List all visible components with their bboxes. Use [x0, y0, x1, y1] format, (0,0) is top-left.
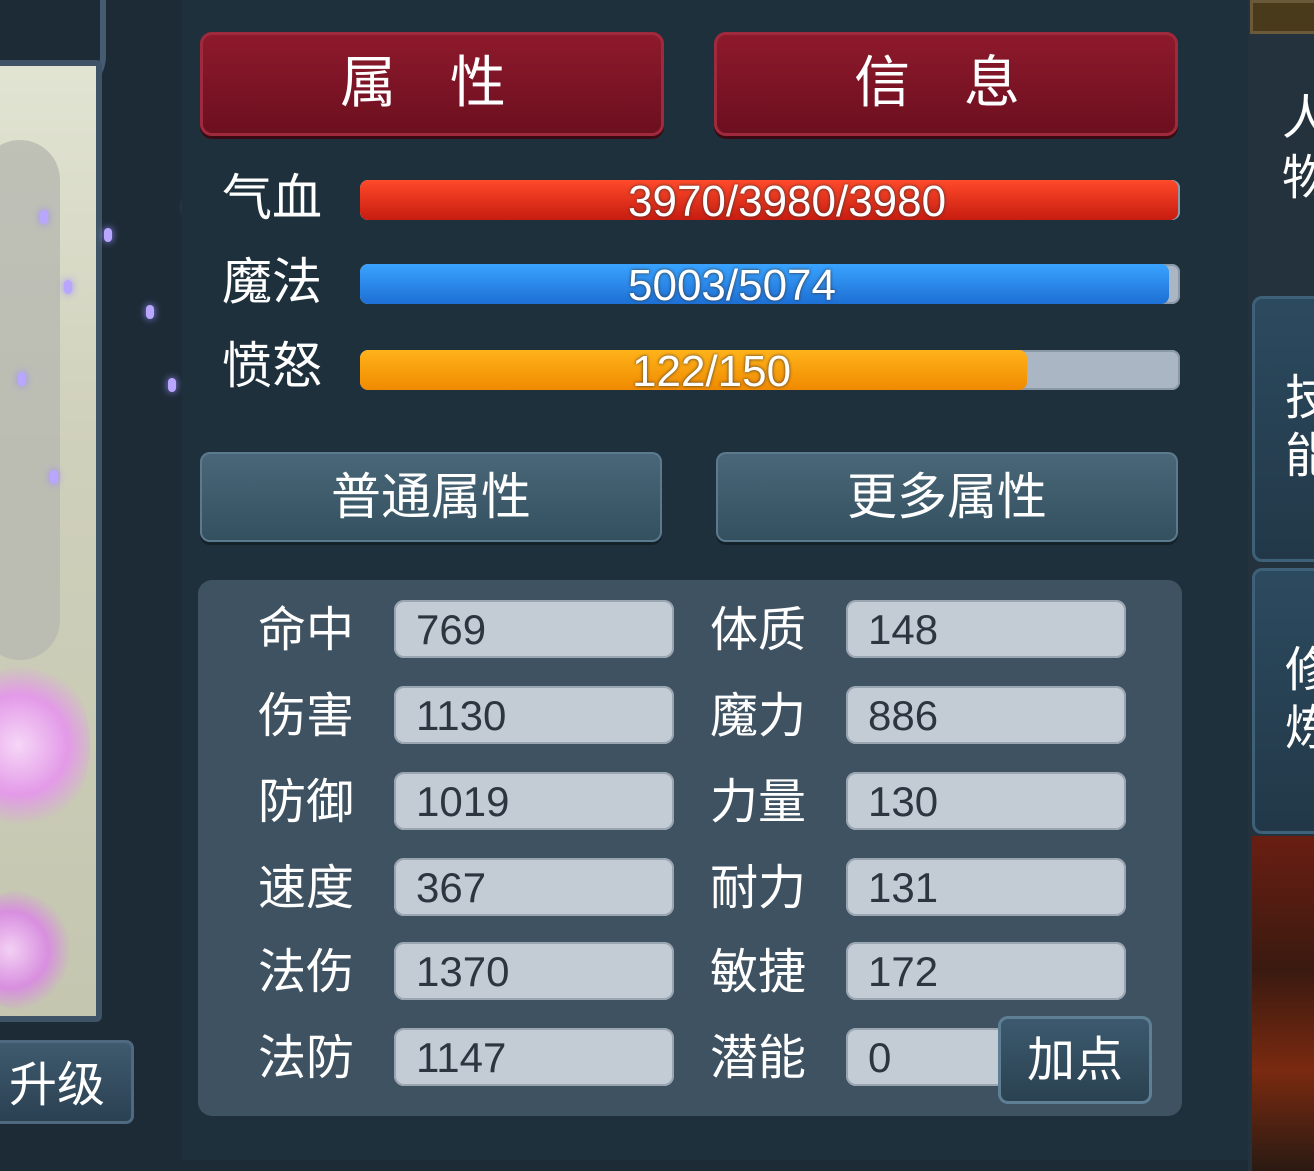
rage-label: 愤怒: [222, 337, 322, 395]
attr-label-magic-power: 魔力: [710, 688, 807, 744]
attr-value-constitution: 148: [846, 600, 1126, 658]
attr-label-magic-defense: 法防: [258, 1030, 355, 1086]
attr-label-constitution: 体质: [710, 602, 807, 658]
hp-bar: 3970/3980/3980: [360, 180, 1180, 220]
attr-label-strength: 力量: [710, 774, 807, 830]
sparkle-effect: [64, 280, 72, 294]
attr-label-endurance: 耐力: [710, 860, 807, 916]
sparkle-effect: [104, 228, 112, 242]
attr-label-defense: 防御: [258, 774, 355, 830]
add-point-button[interactable]: 加点: [998, 1016, 1152, 1104]
mp-value: 5003/5074: [628, 264, 836, 304]
attr-value-endurance: 131: [846, 858, 1126, 916]
sparkle-effect: [40, 210, 48, 224]
background-scene: [1252, 836, 1314, 1171]
attr-value-magic-power: 886: [846, 686, 1126, 744]
attr-label-potential: 潜能: [710, 1030, 807, 1086]
side-top-thumbnail: [1250, 0, 1314, 34]
attr-value-hit: 769: [394, 600, 674, 658]
rage-bar: 122/150: [360, 350, 1180, 390]
hp-label: 气血: [222, 169, 322, 227]
side-tab-cultivation[interactable]: 修炼: [1252, 568, 1314, 834]
side-tab-character[interactable]: 人物: [1282, 88, 1314, 208]
sparkle-effect: [18, 372, 26, 386]
hp-value: 3970/3980/3980: [628, 180, 947, 220]
character-figure: [0, 140, 60, 660]
attr-value-potential: 0: [846, 1028, 1016, 1086]
attr-value-agility: 172: [846, 942, 1126, 1000]
tab-attributes[interactable]: 属 性: [200, 32, 664, 136]
attr-value-defense: 1019: [394, 772, 674, 830]
rage-value: 122/150: [632, 350, 792, 390]
attr-value-speed: 367: [394, 858, 674, 916]
attr-label-hit: 命中: [258, 602, 355, 658]
attr-label-agility: 敏捷: [710, 944, 807, 1000]
attr-value-damage: 1130: [394, 686, 674, 744]
attr-value-magic-damage: 1370: [394, 942, 674, 1000]
attr-label-damage: 伤害: [258, 688, 355, 744]
attr-value-strength: 130: [846, 772, 1126, 830]
tab-basic-attributes[interactable]: 普通属性: [200, 452, 662, 542]
attr-label-magic-damage: 法伤: [258, 944, 355, 1000]
character-attribute-screen: 升级 属 性 信 息 气血 3970/3980/3980 魔法 5003/507…: [0, 0, 1314, 1171]
side-tab-skills[interactable]: 技能: [1252, 296, 1314, 562]
attr-value-magic-defense: 1147: [394, 1028, 674, 1086]
sparkle-effect: [168, 378, 176, 392]
mp-bar: 5003/5074: [360, 264, 1180, 304]
sparkle-effect: [146, 305, 154, 319]
attr-label-speed: 速度: [258, 860, 355, 916]
sparkle-effect: [50, 470, 58, 484]
upgrade-button[interactable]: 升级: [0, 1040, 134, 1124]
tab-info[interactable]: 信 息: [714, 32, 1178, 136]
tab-more-attributes[interactable]: 更多属性: [716, 452, 1178, 542]
mp-label: 魔法: [222, 253, 322, 311]
